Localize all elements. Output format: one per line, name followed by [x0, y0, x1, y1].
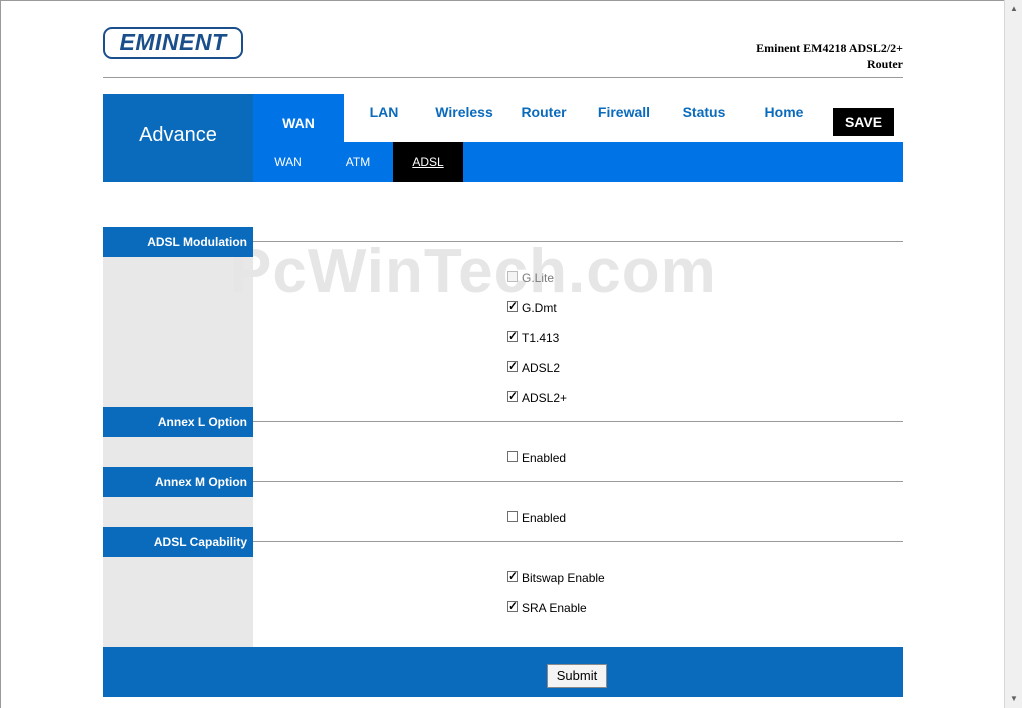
option-label: G.Dmt	[522, 301, 557, 315]
sub-nav: WAN ATM ADSL	[253, 142, 903, 182]
subtab-atm[interactable]: ATM	[323, 142, 393, 182]
checkbox-bitswap[interactable]	[507, 568, 518, 584]
scroll-down-arrow-icon[interactable]: ▼	[1006, 690, 1022, 707]
section-adsl-capability: ADSL Capability	[103, 527, 253, 557]
checkbox-glite[interactable]	[507, 271, 518, 282]
option-label: Enabled	[522, 451, 567, 465]
section-annex-l: Annex L Option	[103, 407, 253, 437]
checkbox-annex-m[interactable]	[507, 511, 518, 522]
scroll-up-arrow-icon[interactable]: ▲	[1006, 0, 1022, 17]
tab-firewall[interactable]: Firewall	[584, 88, 664, 136]
tab-wireless[interactable]: Wireless	[424, 88, 504, 136]
option-label: Bitswap Enable	[522, 571, 605, 585]
option-label: G.Lite	[522, 271, 555, 285]
tab-lan[interactable]: LAN	[344, 88, 424, 136]
option-bitswap: Bitswap Enable	[507, 568, 605, 586]
section-divider	[253, 421, 903, 422]
option-gdmt: G.Dmt	[507, 298, 557, 316]
nav-section-panel: Advance	[103, 94, 253, 182]
checkbox-sra[interactable]	[507, 598, 518, 614]
option-annex-m-enabled: Enabled	[507, 510, 566, 526]
header-divider	[103, 77, 903, 78]
section-divider	[253, 481, 903, 482]
watermark: PcWinTech.com	[230, 237, 717, 306]
submit-button[interactable]: Submit	[547, 664, 607, 688]
subtab-adsl[interactable]: ADSL	[393, 142, 463, 182]
option-sra: SRA Enable	[507, 598, 587, 616]
option-t1413: T1.413	[507, 328, 560, 346]
option-glite: G.Lite	[507, 270, 554, 286]
option-label: T1.413	[522, 331, 560, 345]
option-label: SRA Enable	[522, 601, 587, 615]
model-name: Eminent EM4218 ADSL2/2+	[756, 41, 903, 55]
checkbox-gdmt[interactable]	[507, 298, 518, 314]
tab-wan[interactable]: WAN	[253, 94, 344, 142]
subtab-wan[interactable]: WAN	[253, 142, 323, 182]
checkbox-adsl2plus[interactable]	[507, 388, 518, 404]
option-adsl2plus: ADSL2+	[507, 388, 568, 406]
checkbox-t1413[interactable]	[507, 328, 518, 344]
section-divider	[253, 241, 903, 242]
option-adsl2: ADSL2	[507, 358, 561, 376]
model-type: Router	[867, 57, 903, 71]
tab-home[interactable]: Home	[744, 88, 824, 136]
tab-status[interactable]: Status	[664, 88, 744, 136]
tab-router[interactable]: Router	[504, 88, 584, 136]
option-label: ADSL2	[522, 361, 561, 375]
option-label: Enabled	[522, 511, 567, 525]
option-annex-l-enabled: Enabled	[507, 450, 566, 466]
checkbox-adsl2[interactable]	[507, 358, 518, 374]
section-divider	[253, 541, 903, 542]
nav-section-title: Advance	[139, 124, 217, 146]
save-button[interactable]: SAVE	[833, 108, 894, 136]
window-left-border	[0, 0, 1, 708]
router-model: Eminent EM4218 ADSL2/2+ Router	[683, 40, 903, 72]
vertical-scrollbar[interactable]: ▲ ▼	[1004, 0, 1022, 708]
main-nav: WAN LAN Wireless Router Firewall Status …	[253, 94, 903, 142]
option-label: ADSL2+	[522, 391, 568, 405]
section-annex-m: Annex M Option	[103, 467, 253, 497]
window-top-border	[0, 0, 1022, 1]
section-adsl-modulation: ADSL Modulation	[103, 227, 253, 257]
form-footer: Submit	[103, 647, 903, 697]
eminent-logo: EMINENT	[103, 27, 243, 59]
checkbox-annex-l[interactable]	[507, 451, 518, 462]
